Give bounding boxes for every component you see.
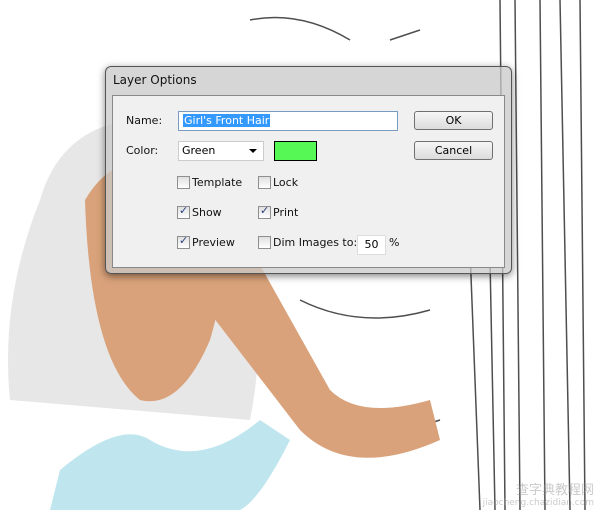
name-input[interactable]: Girl's Front Hair (178, 111, 398, 131)
dialog-panel: Name: Girl's Front Hair Color: Green OK … (112, 95, 505, 268)
name-value: Girl's Front Hair (183, 114, 271, 127)
watermark-line2: jiaocheng.chazidian.com (482, 498, 594, 508)
print-label: Print (273, 206, 299, 219)
color-swatch[interactable] (274, 141, 317, 161)
dim-percent-input[interactable]: 50 (357, 235, 386, 255)
dim-images-checkbox[interactable] (258, 236, 271, 249)
chevron-down-icon (249, 149, 257, 153)
name-label: Name: (126, 114, 163, 127)
color-label: Color: (126, 144, 159, 157)
watermark-line1: 查字典教程网 (515, 483, 594, 498)
shirt (50, 420, 290, 510)
watermark: 查字典教程网 jiaocheng.chazidian.com (483, 479, 594, 508)
dim-images-label: Dim Images to: (273, 236, 358, 249)
template-label: Template (192, 176, 243, 189)
preview-label: Preview (192, 236, 235, 249)
show-label: Show (192, 206, 222, 219)
dialog-title: Layer Options (113, 73, 197, 87)
lock-label: Lock (273, 176, 299, 189)
layer-options-dialog: Layer Options Name: Girl's Front Hair Co… (105, 66, 512, 274)
percent-unit: % (389, 236, 400, 249)
color-select[interactable]: Green (178, 141, 264, 161)
lock-checkbox[interactable] (258, 176, 271, 189)
preview-checkbox[interactable] (177, 234, 190, 249)
print-checkbox[interactable] (258, 204, 271, 219)
cancel-button[interactable]: Cancel (414, 141, 493, 160)
color-select-value: Green (182, 144, 216, 157)
template-checkbox[interactable] (177, 176, 190, 189)
ok-button[interactable]: OK (414, 111, 493, 130)
show-checkbox[interactable] (177, 204, 190, 219)
